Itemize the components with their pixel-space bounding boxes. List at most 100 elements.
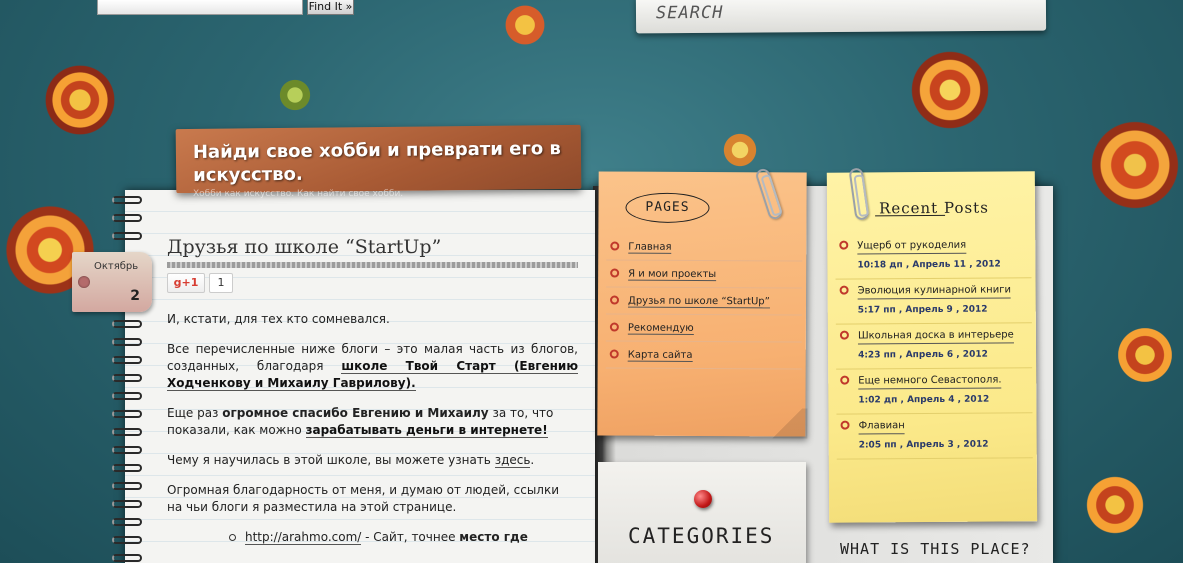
google-plus-icon: g: [173, 276, 182, 289]
spiral-ring: [112, 482, 142, 490]
recent-posts-note: Recent Posts Ущерб от рукоделия 10:18 дп …: [826, 171, 1038, 523]
recent-posts-heading: Recent Posts: [878, 198, 989, 218]
recent-post-date: 2:05 пп , Апрель 3 , 2012: [858, 439, 989, 451]
spiral-ring: [112, 536, 142, 544]
bullet-icon: [839, 285, 849, 295]
recent-post-title[interactable]: Ущерб от рукоделия: [857, 238, 967, 255]
blog-link[interactable]: http://arahmo.com/: [245, 530, 362, 545]
page-link-recommend[interactable]: Рекомендую: [605, 314, 802, 343]
post-paragraph: Все перечисленные ниже блоги – это малая…: [167, 341, 578, 392]
bullet-icon: [839, 330, 849, 340]
flower-decoration: [880, 20, 1020, 160]
recent-post[interactable]: Школьная доска в интерьере 4:23 пп , Апре…: [835, 323, 1033, 370]
bullet-icon: [839, 240, 849, 250]
page-link-label: Карта сайта: [627, 349, 693, 362]
categories-note: CATEGORIES: [598, 462, 806, 563]
spiral-ring: [112, 554, 142, 562]
recent-post[interactable]: Эволюция кулинарной книги 5:17 пп , Апрел…: [835, 278, 1032, 325]
recent-post-title[interactable]: Еще немного Севастополя.: [858, 373, 1002, 390]
what-is-this-place-heading: WHAT IS THIS PLACE?: [840, 540, 1031, 558]
earn-money-link[interactable]: зарабатывать деньги в интернете!: [305, 423, 548, 438]
spiral-ring: [112, 374, 142, 382]
flower-decoration: [1060, 90, 1183, 240]
pages-list: Главная Я и мои проекты Друзья по школе …: [605, 233, 803, 370]
spiral-ring: [112, 392, 142, 400]
page-link-label: Рекомендую: [627, 322, 694, 335]
page-link-projects[interactable]: Я и мои проекты: [606, 260, 803, 289]
google-plus-count: 1: [209, 273, 233, 293]
pages-heading: PAGES: [625, 192, 710, 224]
post-date-month: Октябрь: [94, 261, 139, 272]
post-paragraph: Огромная благодарность от меня, и думаю …: [167, 483, 560, 514]
spiral-ring: [112, 214, 142, 222]
recent-post[interactable]: Ущерб от рукоделия 10:18 дп , Апрель 11 ,…: [835, 233, 1032, 280]
list-item: http://arahmo.com/ - Сайт, точнее место …: [229, 529, 578, 546]
flower-decoration: [480, 0, 570, 70]
post-paragraph: И, кстати, для тех кто сомневался.: [167, 312, 390, 326]
paragraph-text: Еще раз: [167, 406, 223, 420]
spiral-ring: [112, 428, 142, 436]
bullet-icon: [610, 268, 620, 278]
search-label: SEARCH: [655, 2, 724, 24]
title-divider: [167, 262, 578, 268]
bullet-icon: [610, 241, 620, 251]
bullet-icon: [609, 322, 619, 332]
recent-posts-list: Ущерб от рукоделия 10:18 дп , Апрель 11 ,…: [835, 233, 1033, 460]
search-paper[interactable]: SEARCH: [635, 0, 1047, 34]
post-paragraph: Еще раз огромное спасибо Евгению и Михаи…: [167, 405, 578, 439]
recent-post-date: 4:23 пп , Апрель 6 , 2012: [858, 349, 988, 361]
recent-post[interactable]: Флавиан 2:05 пп , Апрель 3 , 2012: [836, 413, 1033, 460]
find-it-button[interactable]: Find It »: [307, 0, 354, 15]
spiral-ring: [112, 232, 142, 240]
bullet-icon: [840, 375, 850, 385]
spiral-ring: [112, 464, 142, 472]
categories-heading: CATEGORIES: [628, 524, 775, 548]
recent-post-date: 10:18 дп , Апрель 11 , 2012: [857, 259, 1001, 271]
flower-decoration: [1090, 300, 1183, 410]
page-link-label: Я и мои проекты: [628, 268, 717, 282]
here-link[interactable]: здесь: [494, 453, 531, 468]
paragraph-text: Чему я научилась в этой школе, вы можете…: [167, 453, 495, 467]
paragraph-text: .: [530, 453, 535, 467]
site-title[interactable]: Найди свое хобби и преврати его в искусс…: [193, 137, 573, 187]
paragraph-bold: место где: [459, 530, 528, 544]
page-link-home[interactable]: Главная: [606, 233, 803, 262]
recent-post-title[interactable]: Эволюция кулинарной книги: [857, 283, 1012, 300]
post-paragraph: Чему я научилась в этой школе, вы можете…: [167, 452, 578, 469]
search-input[interactable]: [97, 0, 303, 15]
spiral-ring: [112, 410, 142, 418]
site-title-banner: Найди свое хобби и преврати его в искусс…: [175, 124, 582, 194]
site-tagline: Хобби как искусство. Как найти свое хобб…: [193, 189, 404, 199]
spiral-ring: [112, 446, 142, 454]
spiral-ring: [112, 320, 142, 328]
spiral-ring: [112, 500, 142, 508]
bullet-icon: [609, 295, 620, 305]
recent-post[interactable]: Еще немного Севастополя. 1:02 дп , Апрель…: [836, 368, 1033, 415]
google-plus-label: +1: [181, 276, 199, 289]
page-link-friends[interactable]: Друзья по школе “StartUp”: [605, 287, 803, 316]
bullet-icon: [840, 420, 850, 430]
page-link-label: Друзья по школе “StartUp”: [627, 295, 770, 309]
recent-post-date: 5:17 пп , Апрель 9 , 2012: [857, 304, 988, 316]
post-date-day: 2: [130, 288, 140, 304]
blog-list: http://arahmo.com/ - Сайт, точнее место …: [229, 529, 578, 546]
pushpin-icon: [694, 490, 712, 508]
spiral-ring: [112, 338, 142, 346]
bullet-icon: [609, 349, 619, 359]
recent-post-title[interactable]: Флавиан: [858, 419, 905, 435]
post-date-tag: Октябрь 2: [72, 252, 152, 312]
tag-hole: [78, 276, 90, 288]
page-link-sitemap[interactable]: Карта сайта: [605, 341, 802, 370]
flower-decoration: [1050, 440, 1180, 563]
recent-post-title[interactable]: Школьная доска в интерьере: [857, 328, 1014, 345]
flower-decoration: [20, 40, 140, 160]
paragraph-text: - Сайт, точнее: [361, 530, 460, 544]
recent-post-date: 1:02 дп , Апрель 4 , 2012: [858, 394, 990, 406]
flower-decoration: [260, 60, 330, 130]
page-link-label: Главная: [628, 241, 672, 254]
post-title[interactable]: Друзья по школе “StartUp”: [167, 236, 441, 258]
paragraph-bold: огромное спасибо Евгению и Михаилу: [222, 406, 489, 420]
post-content: И, кстати, для тех кто сомневался. Все п…: [167, 311, 578, 546]
google-plus-button[interactable]: g+1: [167, 273, 205, 293]
spiral-ring: [112, 196, 142, 204]
